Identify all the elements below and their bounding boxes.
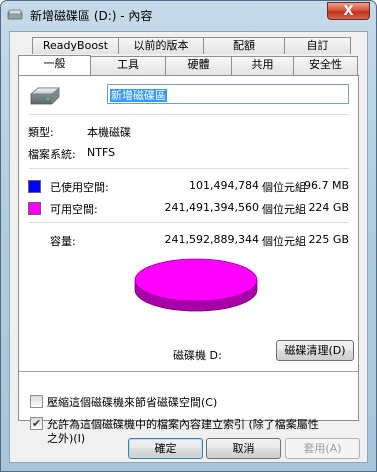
filesystem-label: 檔案系統: xyxy=(28,148,76,161)
dialog-client: ReadyBoost 以前的版本 配額 自訂 工具 硬體 共用 安全性 一般 新… xyxy=(9,31,368,463)
used-space-bytes: 101,494,784 xyxy=(189,179,259,192)
index-label-line2[interactable]: 之外)(I) xyxy=(47,430,85,446)
index-label-line1[interactable]: 允許為這個磁碟機中的檔案內容建立索引 (除了檔案屬性 xyxy=(47,416,319,432)
tab-previous-versions[interactable]: 以前的版本 xyxy=(118,37,204,54)
tab-readyboost[interactable]: ReadyBoost xyxy=(32,37,119,54)
type-value: 本機磁碟 xyxy=(87,126,131,139)
separator xyxy=(29,168,349,169)
apply-button[interactable]: 套用(A) xyxy=(285,438,360,459)
general-panel: 新增磁碟區 類型: 本機磁碟 檔案系統: NTFS 已使用空間: 101,494… xyxy=(18,75,359,445)
cancel-button[interactable]: 取消 xyxy=(206,438,281,459)
disk-usage-pie xyxy=(134,258,258,312)
drive-letter-label: 磁碟機 D: xyxy=(173,349,222,362)
ok-button[interactable]: 確定 xyxy=(128,438,203,459)
tab-general[interactable]: 一般 xyxy=(18,55,91,75)
tab-quota[interactable]: 配額 xyxy=(203,37,285,54)
tab-tools[interactable]: 工具 xyxy=(90,56,166,75)
capacity-bytes: 241,592,889,344 xyxy=(164,233,259,246)
tab-sharing[interactable]: 共用 xyxy=(231,56,294,75)
properties-window: 新增磁碟區 (D:) - 內容 X ReadyBoost 以前的版本 配額 自訂… xyxy=(0,0,377,472)
window-title: 新增磁碟區 (D:) - 內容 xyxy=(30,9,153,23)
free-space-bytes: 241,491,394,560 xyxy=(164,201,259,214)
title-bar[interactable]: 新增磁碟區 (D:) - 內容 X xyxy=(1,1,376,29)
tab-customize[interactable]: 自訂 xyxy=(284,37,351,54)
hard-drive-icon xyxy=(29,87,61,105)
capacity-human: 225 GB xyxy=(308,233,349,246)
type-label: 類型: xyxy=(28,126,54,139)
compress-checkbox[interactable] xyxy=(30,395,43,408)
close-button[interactable]: X xyxy=(327,2,370,20)
separator xyxy=(19,371,358,372)
checkmark-icon: ✔ xyxy=(31,417,42,430)
drive-icon xyxy=(7,9,23,20)
tab-security[interactable]: 安全性 xyxy=(293,56,358,75)
used-space-swatch xyxy=(28,180,41,193)
filesystem-value: NTFS xyxy=(87,146,116,159)
disk-cleanup-button[interactable]: 磁碟清理(D) xyxy=(276,340,354,361)
used-space-human: 96.7 MB xyxy=(303,179,349,192)
compress-label[interactable]: 壓縮這個磁碟機來節省磁碟空間(C) xyxy=(47,394,217,410)
separator xyxy=(29,114,349,115)
volume-name-input[interactable]: 新增磁碟區 xyxy=(107,84,349,104)
volume-name-value: 新增磁碟區 xyxy=(110,89,167,102)
free-space-human: 224 GB xyxy=(308,201,349,214)
free-space-label: 可用空間: xyxy=(50,203,98,216)
close-icon: X xyxy=(343,4,354,19)
separator xyxy=(29,222,349,223)
index-checkbox[interactable]: ✔ xyxy=(30,417,43,430)
capacity-label: 容量: xyxy=(50,235,76,248)
used-space-label: 已使用空間: xyxy=(50,181,109,194)
pie-free-slice xyxy=(134,258,258,302)
free-space-swatch xyxy=(28,202,41,215)
tab-hardware[interactable]: 硬體 xyxy=(165,56,232,75)
